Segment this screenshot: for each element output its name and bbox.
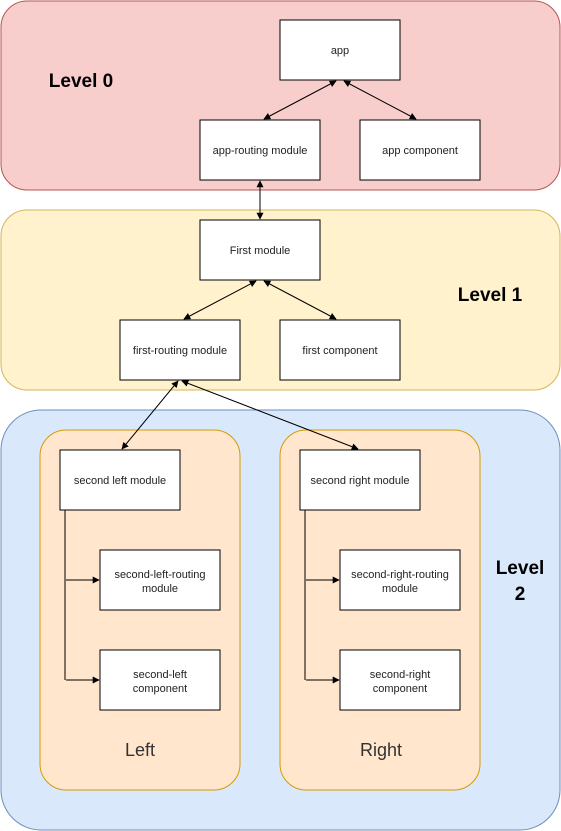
node-label: module xyxy=(382,583,418,595)
module-diagram: Level 0 Level 1 Level 2 Left Right app a… xyxy=(0,0,561,831)
node-second-left-component[interactable]: second-left component xyxy=(99,649,221,711)
left-group-label: Left xyxy=(125,740,155,760)
node-app-routing-module[interactable]: app-routing module xyxy=(199,119,321,181)
level-1-label: Level 1 xyxy=(458,285,523,306)
node-first-component[interactable]: first component xyxy=(279,319,401,381)
node-second-left-module[interactable]: second left module xyxy=(59,449,181,511)
node-second-right-module[interactable]: second right module xyxy=(299,449,421,511)
node-label: second-right xyxy=(370,669,431,681)
node-label: app component xyxy=(382,145,458,157)
node-label: second-left-routing xyxy=(114,569,205,581)
level-0-label: Level 0 xyxy=(49,71,113,92)
right-group-label: Right xyxy=(360,740,402,760)
node-label: First module xyxy=(230,245,291,257)
node-second-right-routing-module[interactable]: second-right-routing module xyxy=(339,549,461,611)
node-second-left-routing-module[interactable]: second-left-routing module xyxy=(99,549,221,611)
node-label: component xyxy=(133,683,187,695)
node-label: app-routing module xyxy=(213,145,308,157)
node-label: second-left xyxy=(133,669,187,681)
node-first-module[interactable]: First module xyxy=(199,219,321,281)
node-label: second left module xyxy=(74,475,166,487)
level-2-label: Level xyxy=(496,558,545,579)
node-second-right-component[interactable]: second-right component xyxy=(339,649,461,711)
node-label: first component xyxy=(302,345,377,357)
node-app-component[interactable]: app component xyxy=(359,119,481,181)
node-label: first-routing module xyxy=(133,345,227,357)
node-app[interactable]: app xyxy=(279,19,401,81)
node-first-routing-module[interactable]: first-routing module xyxy=(119,319,241,381)
node-label: app xyxy=(331,45,349,57)
node-label: second right module xyxy=(310,475,409,487)
node-label: second-right-routing xyxy=(351,569,449,581)
level-2-label-number: 2 xyxy=(515,584,526,605)
node-label: module xyxy=(142,583,178,595)
node-label: component xyxy=(373,683,427,695)
